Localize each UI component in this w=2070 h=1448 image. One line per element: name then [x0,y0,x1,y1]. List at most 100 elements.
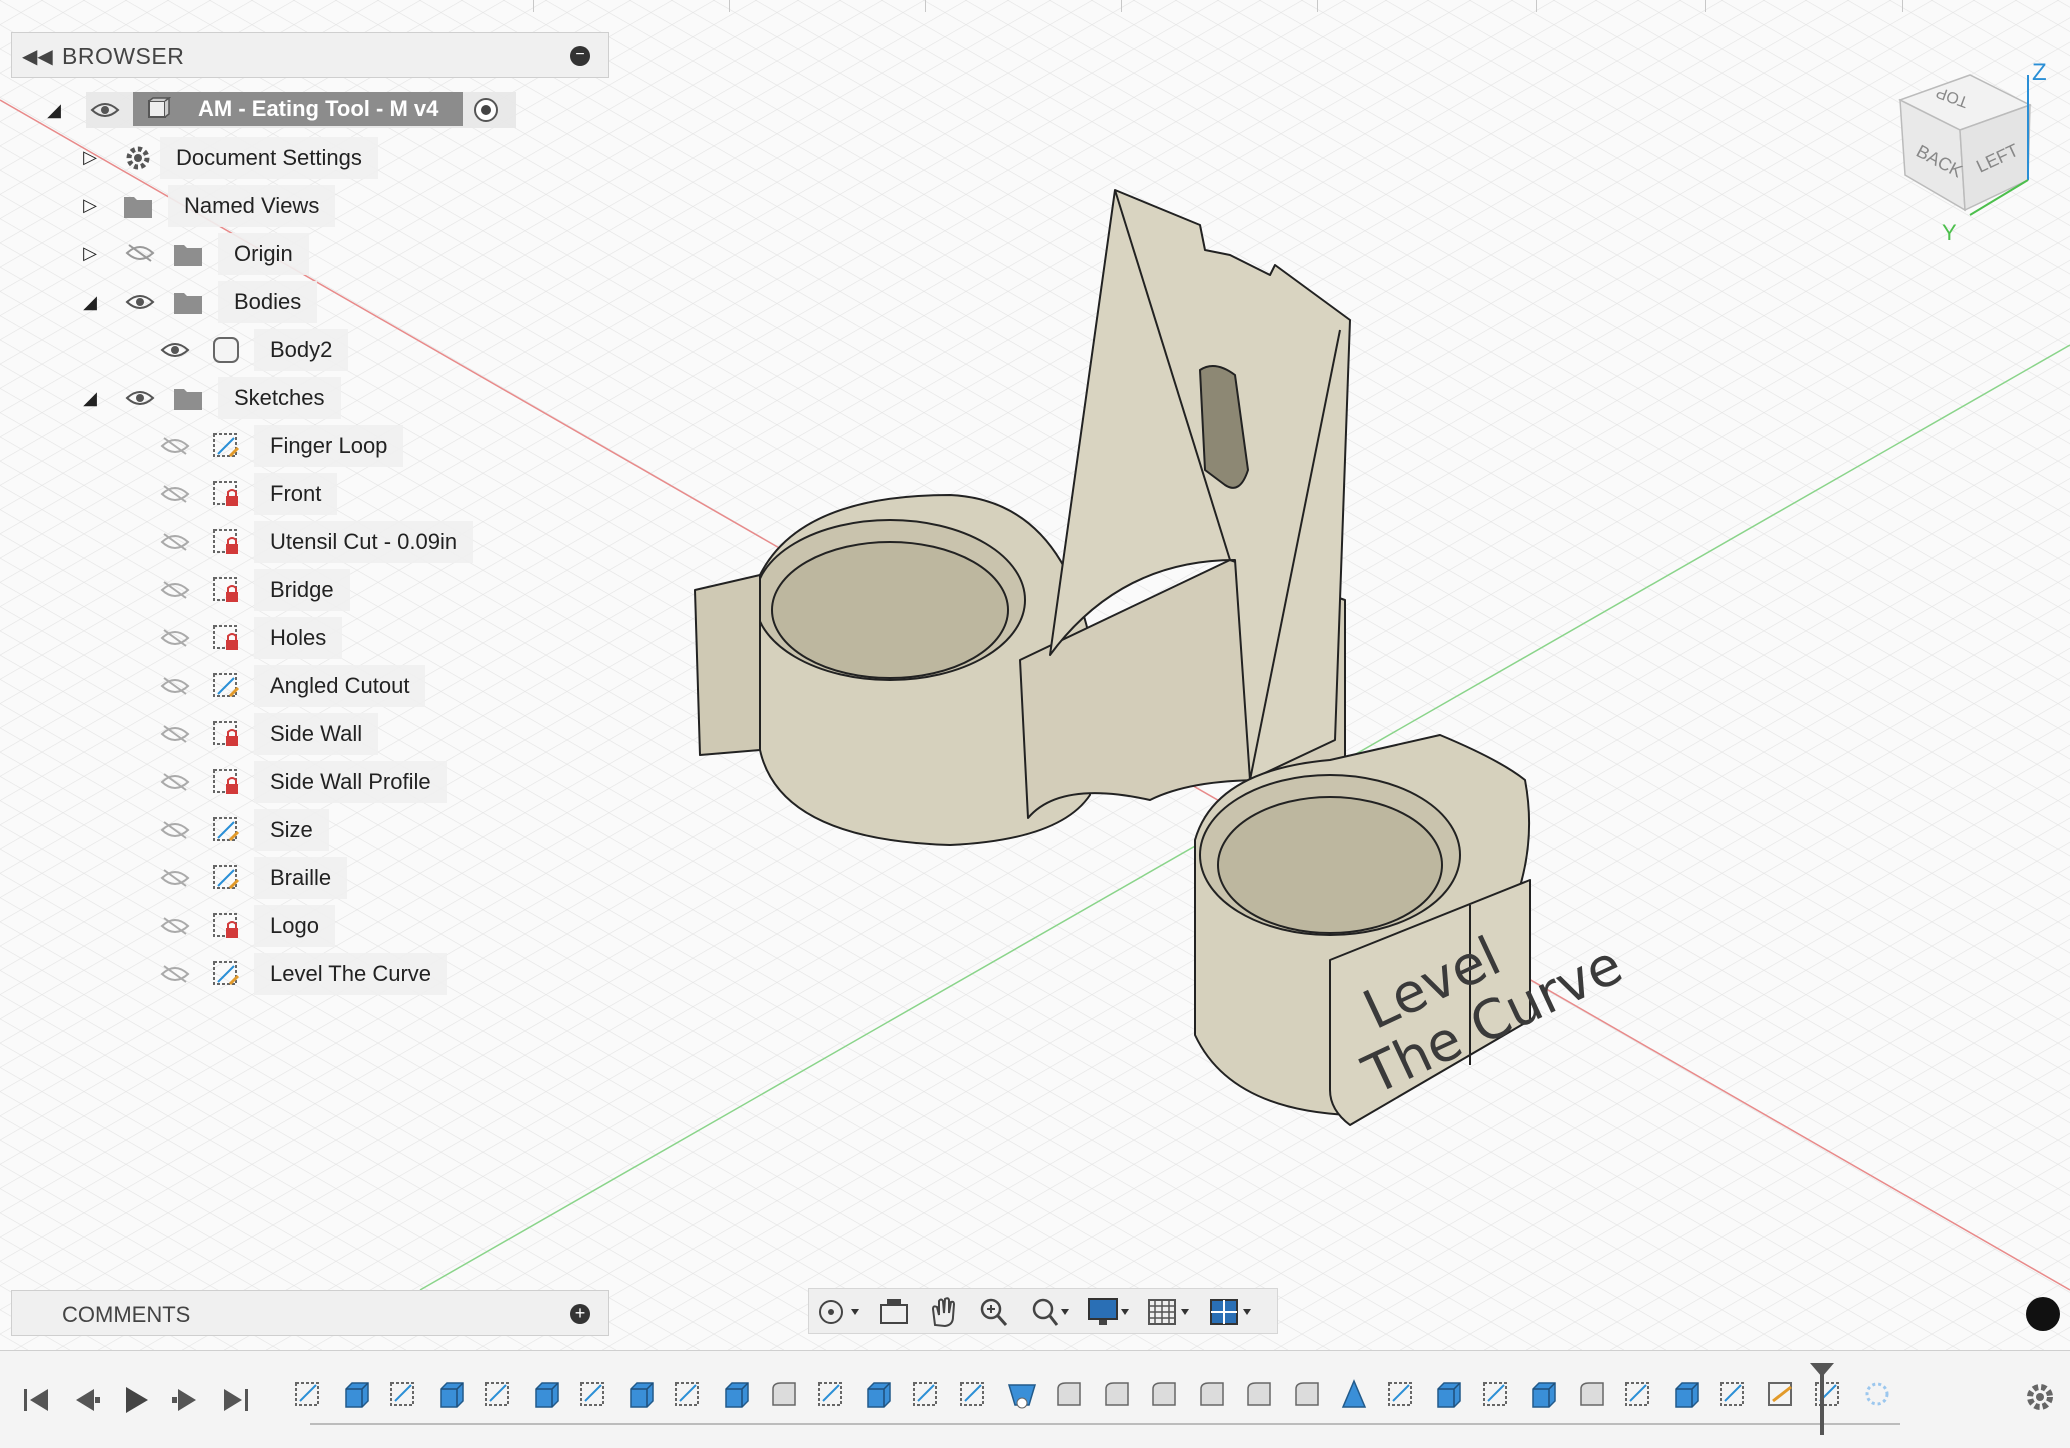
root-visibility-eye-icon[interactable] [90,100,120,120]
tree-item-document-settings[interactable]: Document Settings [160,137,378,179]
sketch-item-label[interactable]: Side Wall [254,713,379,755]
visibility-eye-icon[interactable] [125,388,155,408]
browser-panel-header[interactable]: ◀◀ BROWSER − [11,32,609,78]
timeline-fillet-icon[interactable] [1147,1377,1181,1411]
timeline-step-back-icon[interactable] [68,1383,104,1417]
hidden-eye-icon[interactable] [160,724,190,744]
document-settings-expand-icon[interactable]: ▷ [80,147,100,167]
timeline-sketch-icon[interactable] [482,1377,516,1411]
tree-item-named-views[interactable]: Named Views [168,185,336,227]
timeline-sketch-icon[interactable] [1717,1377,1751,1411]
timeline-extrude-icon[interactable] [530,1377,564,1411]
activate-radio-icon[interactable] [472,96,500,124]
sketch-locked-icon [213,913,238,938]
timeline-extrude-icon[interactable] [435,1377,469,1411]
timeline-settings-gear-icon[interactable] [2022,1379,2058,1415]
timeline-extrude-icon[interactable] [625,1377,659,1411]
zoom-icon[interactable] [969,1295,1019,1329]
fit-zoom-icon[interactable] [1023,1295,1073,1329]
hidden-eye-icon[interactable] [160,964,190,984]
sketch-item-label[interactable]: Logo [254,905,335,947]
look-at-icon[interactable] [871,1295,921,1329]
root-component-label[interactable]: AM - Eating Tool - M v4 [133,92,463,126]
sketch-item-label[interactable]: Front [254,473,338,515]
timeline-extrude-icon[interactable] [1432,1377,1466,1411]
hidden-eye-icon[interactable] [160,628,190,648]
hidden-eye-icon[interactable] [160,820,190,840]
add-comment-icon[interactable]: + [570,1304,590,1324]
hidden-eye-icon[interactable] [125,243,155,263]
named-views-expand-icon[interactable]: ▷ [80,195,100,215]
hidden-eye-icon[interactable] [160,532,190,552]
timeline-sketch-icon[interactable] [910,1377,944,1411]
timeline-fillet-icon[interactable] [1052,1377,1086,1411]
timeline-sketch-icon[interactable] [1622,1377,1656,1411]
viewports-icon[interactable] [1205,1295,1255,1329]
visibility-eye-icon[interactable] [160,340,190,360]
orbit-icon[interactable] [813,1295,863,1329]
hidden-eye-icon[interactable] [160,916,190,936]
timeline-extrude-icon[interactable] [862,1377,896,1411]
timeline-step-forward-icon[interactable] [168,1383,204,1417]
timeline-sketch-icon[interactable] [387,1377,421,1411]
tree-item-origin[interactable]: Origin [218,233,309,275]
root-expand-icon[interactable]: ◢ [44,100,64,120]
timeline-play-icon[interactable] [118,1383,154,1417]
timeline-go-start-icon[interactable] [18,1383,54,1417]
timeline-sketch-icon[interactable] [1812,1377,1846,1411]
browser-menu-icon[interactable]: − [570,46,590,66]
sketch-item-label[interactable]: Side Wall Profile [254,761,447,803]
timeline-sketch-icon[interactable] [577,1377,611,1411]
sketch-item-label[interactable]: Level The Curve [254,953,448,995]
timeline-sketch-icon[interactable] [1385,1377,1419,1411]
tree-item-body2[interactable]: Body2 [254,329,349,371]
sketch-item-label[interactable]: Finger Loop [254,425,404,467]
hidden-eye-icon[interactable] [160,580,190,600]
collapse-panel-icon[interactable]: ◀◀ [22,44,53,69]
timeline-fillet-icon[interactable] [1575,1377,1609,1411]
timeline-sketch-icon[interactable] [672,1377,706,1411]
timeline-fillet-icon[interactable] [1195,1377,1229,1411]
pan-hand-icon[interactable] [921,1295,971,1329]
hidden-eye-icon[interactable] [160,868,190,888]
timeline-fillet-icon[interactable] [767,1377,801,1411]
visibility-eye-icon[interactable] [125,292,155,312]
timeline-extrude-icon[interactable] [340,1377,374,1411]
timeline-fillet-icon[interactable] [1290,1377,1324,1411]
timeline-fillet-icon[interactable] [1100,1377,1134,1411]
display-settings-icon[interactable] [1083,1295,1133,1329]
timeline-sketch-icon[interactable] [1480,1377,1514,1411]
timeline-fillet-icon[interactable] [1242,1377,1276,1411]
timeline-sketch-icon[interactable] [957,1377,991,1411]
comments-panel-header[interactable]: COMMENTS + [11,1290,609,1336]
bodies-expand-icon[interactable]: ◢ [80,292,100,312]
timeline-shell-icon[interactable] [1005,1377,1039,1411]
timeline-draft-icon[interactable] [1337,1377,1371,1411]
timeline-sketch-icon[interactable] [292,1377,326,1411]
sketch-item-label[interactable]: Size [254,809,329,851]
sketches-expand-icon[interactable]: ◢ [80,388,100,408]
timeline-go-end-icon[interactable] [218,1383,254,1417]
timeline-sketch-icon[interactable] [815,1377,849,1411]
sketch-item-label[interactable]: Utensil Cut - 0.09in [254,521,474,563]
hidden-eye-icon[interactable] [160,772,190,792]
timeline-extrude-icon[interactable] [1527,1377,1561,1411]
sketch-item-label[interactable]: Holes [254,617,343,659]
sketch-item-label[interactable]: Angled Cutout [254,665,426,707]
timeline-emboss-icon[interactable] [1765,1377,1799,1411]
sketch-item-label[interactable]: Bridge [254,569,350,611]
timeline-pattern-icon[interactable] [1860,1377,1894,1411]
tree-item-sketches[interactable]: Sketches [218,377,341,419]
hidden-eye-icon[interactable] [160,676,190,696]
viewcube[interactable]: TOP BACK LEFT Z Y [1880,55,2060,245]
sketch-item-label[interactable]: Braille [254,857,348,899]
tree-item-bodies[interactable]: Bodies [218,281,318,323]
timeline-extrude-icon[interactable] [720,1377,754,1411]
hidden-eye-icon[interactable] [160,436,190,456]
grid-settings-icon[interactable] [1143,1295,1193,1329]
origin-expand-icon[interactable]: ▷ [80,243,100,263]
markup-badge-icon[interactable] [2026,1297,2060,1331]
hidden-eye-icon[interactable] [160,484,190,504]
timeline-extrude-icon[interactable] [1670,1377,1704,1411]
timeline-marker[interactable] [1820,1365,1824,1435]
